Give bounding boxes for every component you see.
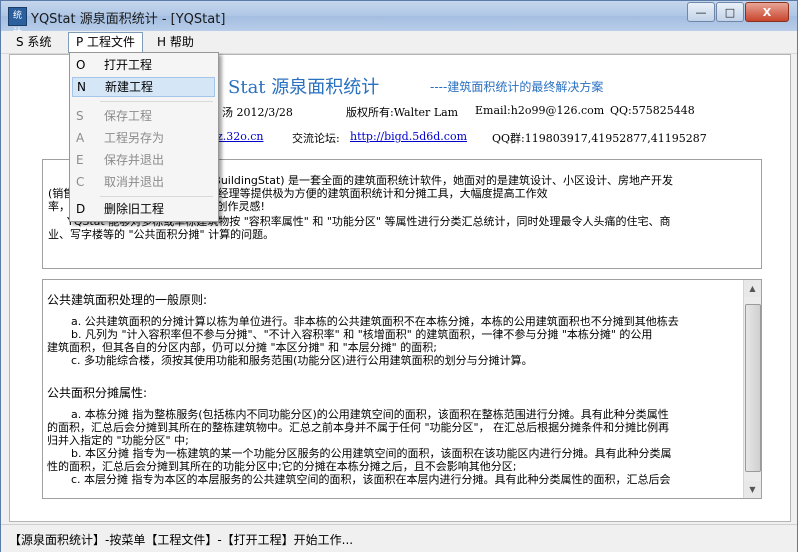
title-bar[interactable]: 统计 YQStat 源泉面积统计 - [YQStat] — □ X bbox=[1, 1, 797, 38]
website-link[interactable]: z.32o.cn bbox=[217, 130, 263, 143]
menu-save-as: A 工程另存为 bbox=[72, 128, 215, 148]
forum-link[interactable]: http://bigd.5d6d.com bbox=[350, 130, 467, 143]
qq-group-text: QQ群:119803917,41952877,41195287 bbox=[492, 132, 707, 145]
menu-item-label: 保存工程 bbox=[104, 109, 153, 123]
intro-line: 业、写字楼等的 "公共面积分摊" 计算的问题。 bbox=[48, 228, 275, 241]
app-logo-icon: 统计 bbox=[8, 7, 27, 38]
menu-item-label: 新建工程 bbox=[105, 80, 154, 94]
rules-line: 建筑面积，但其各自的分区内部，仍可以分摊 "本区分摊" 和 "本层分摊" 的面积… bbox=[47, 341, 437, 354]
email-text: Email:h2o99@126.com bbox=[475, 104, 605, 117]
copyright-text: 版权所有:Walter Lam bbox=[346, 106, 459, 119]
rules-line: a. 公共建筑面积的分摊计算以栋为单位进行。非本栋的公共建筑面积不在本栋分摊，本… bbox=[71, 315, 679, 328]
shortcut-key: E bbox=[76, 153, 84, 167]
menu-save-exit: E 保存并退出 bbox=[72, 150, 215, 170]
rules-text-area: 公共建筑面积处理的一般原则: a. 公共建筑面积的分摊计算以栋为单位进行。非本栋… bbox=[43, 280, 743, 498]
release-date: 汤 2012/3/28 bbox=[222, 106, 293, 119]
rules-line: c. 多功能综合楼，须按其使用功能和服务范围(功能分区)进行公用建筑面积的划分与… bbox=[71, 354, 533, 367]
forum-label: 交流论坛: bbox=[292, 132, 340, 145]
menu-save-project: S 保存工程 bbox=[72, 106, 215, 126]
menu-item-label: 工程另存为 bbox=[104, 131, 165, 145]
minimize-icon: — bbox=[695, 5, 707, 19]
rules-line: 归并入指定的 "功能分区" 中; bbox=[47, 434, 189, 447]
page-subtitle: ----建筑面积统计的最终解决方案 bbox=[430, 80, 604, 94]
menu-open-project[interactable]: O 打开工程 bbox=[72, 55, 215, 75]
rules-line: a. 本栋分摊 指为整栋服务(包括栋内不同功能分区)的公用建筑空间的面积，该面积… bbox=[71, 408, 669, 421]
shortcut-key: D bbox=[76, 202, 86, 216]
close-icon: X bbox=[762, 5, 772, 19]
app-window: 统计 YQStat 源泉面积统计 - [YQStat] — □ X S 系统 P… bbox=[0, 0, 798, 552]
project-file-menu: O 打开工程 N 新建工程 S 保存工程 A 工程另存为 E 保存并退出 C 取消并退出 D… bbox=[69, 52, 219, 222]
minimize-button[interactable]: — bbox=[687, 2, 715, 22]
window-controls: — □ X bbox=[686, 2, 789, 22]
menu-item-label: 取消并退出 bbox=[104, 175, 165, 189]
menu-system[interactable]: S 系统 bbox=[9, 33, 58, 51]
menu-bar: S 系统 P 工程文件 H 帮助 bbox=[1, 31, 797, 54]
rules-heading: 公共建筑面积处理的一般原则: bbox=[47, 293, 208, 307]
shortcut-key: A bbox=[76, 131, 85, 145]
rules-scrollbar[interactable]: ▲ ▼ bbox=[743, 280, 761, 498]
menu-new-project[interactable]: N 新建工程 bbox=[72, 77, 215, 97]
scroll-down-icon[interactable]: ▼ bbox=[744, 481, 761, 498]
rules-line: 性的面积，汇总后会分摊到其所在的功能分区中;它的分摊在本栋分摊之后，且不会影响其… bbox=[47, 460, 517, 473]
scroll-up-icon[interactable]: ▲ bbox=[744, 280, 761, 297]
rules-heading: 公共面积分摊属性: bbox=[47, 386, 148, 400]
close-button[interactable]: X bbox=[745, 2, 789, 22]
scroll-thumb[interactable] bbox=[745, 304, 761, 472]
maximize-icon: □ bbox=[724, 5, 736, 19]
rules-line: b. 本区分摊 指专为一栋建筑的某一个功能分区服务的公用建筑空间的面积，该面积在… bbox=[71, 447, 672, 460]
shortcut-key: C bbox=[76, 175, 85, 189]
menu-delete-project[interactable]: D 删除旧工程 bbox=[72, 199, 215, 219]
page-title: Stat 源泉面积统计 bbox=[228, 77, 380, 98]
status-bar: 【源泉面积统计】-按菜单【工程文件】-【打开工程】开始工作... bbox=[1, 524, 797, 552]
status-text: 【源泉面积统计】-按菜单【工程文件】-【打开工程】开始工作... bbox=[9, 533, 354, 547]
menu-item-label: 保存并退出 bbox=[104, 153, 165, 167]
rules-textbox[interactable]: 公共建筑面积处理的一般原则: a. 公共建筑面积的分摊计算以栋为单位进行。非本栋… bbox=[42, 279, 762, 499]
menu-item-label: 打开工程 bbox=[104, 58, 153, 72]
maximize-button[interactable]: □ bbox=[716, 2, 744, 22]
window-title: YQStat 源泉面积统计 - [YQStat] bbox=[31, 12, 226, 27]
menu-item-label: 删除旧工程 bbox=[104, 202, 165, 216]
shortcut-key: O bbox=[76, 58, 86, 72]
menu-cancel-exit: C 取消并退出 bbox=[72, 172, 215, 192]
rules-line: 的面积，汇总后会分摊到其所在的整栋建筑物中。汇总之前本身并不属于任何 "功能分区… bbox=[47, 421, 670, 434]
rules-line: b. 凡列为 "计入容积率但不参与分摊"、"不计入容积率" 和 "核增面积" 的… bbox=[71, 328, 653, 341]
menu-separator bbox=[100, 196, 213, 197]
rules-line: c. 本层分摊 指专为本区的本层服务的公共建筑空间的面积，该面积在本层内进行分摊… bbox=[71, 473, 671, 486]
qq-text: QQ:575825448 bbox=[610, 104, 695, 117]
menu-help[interactable]: H 帮助 bbox=[150, 33, 201, 51]
shortcut-key: S bbox=[76, 109, 84, 123]
shortcut-key: N bbox=[77, 80, 86, 94]
menu-separator bbox=[100, 101, 213, 102]
menu-project-file[interactable]: P 工程文件 bbox=[68, 32, 144, 53]
